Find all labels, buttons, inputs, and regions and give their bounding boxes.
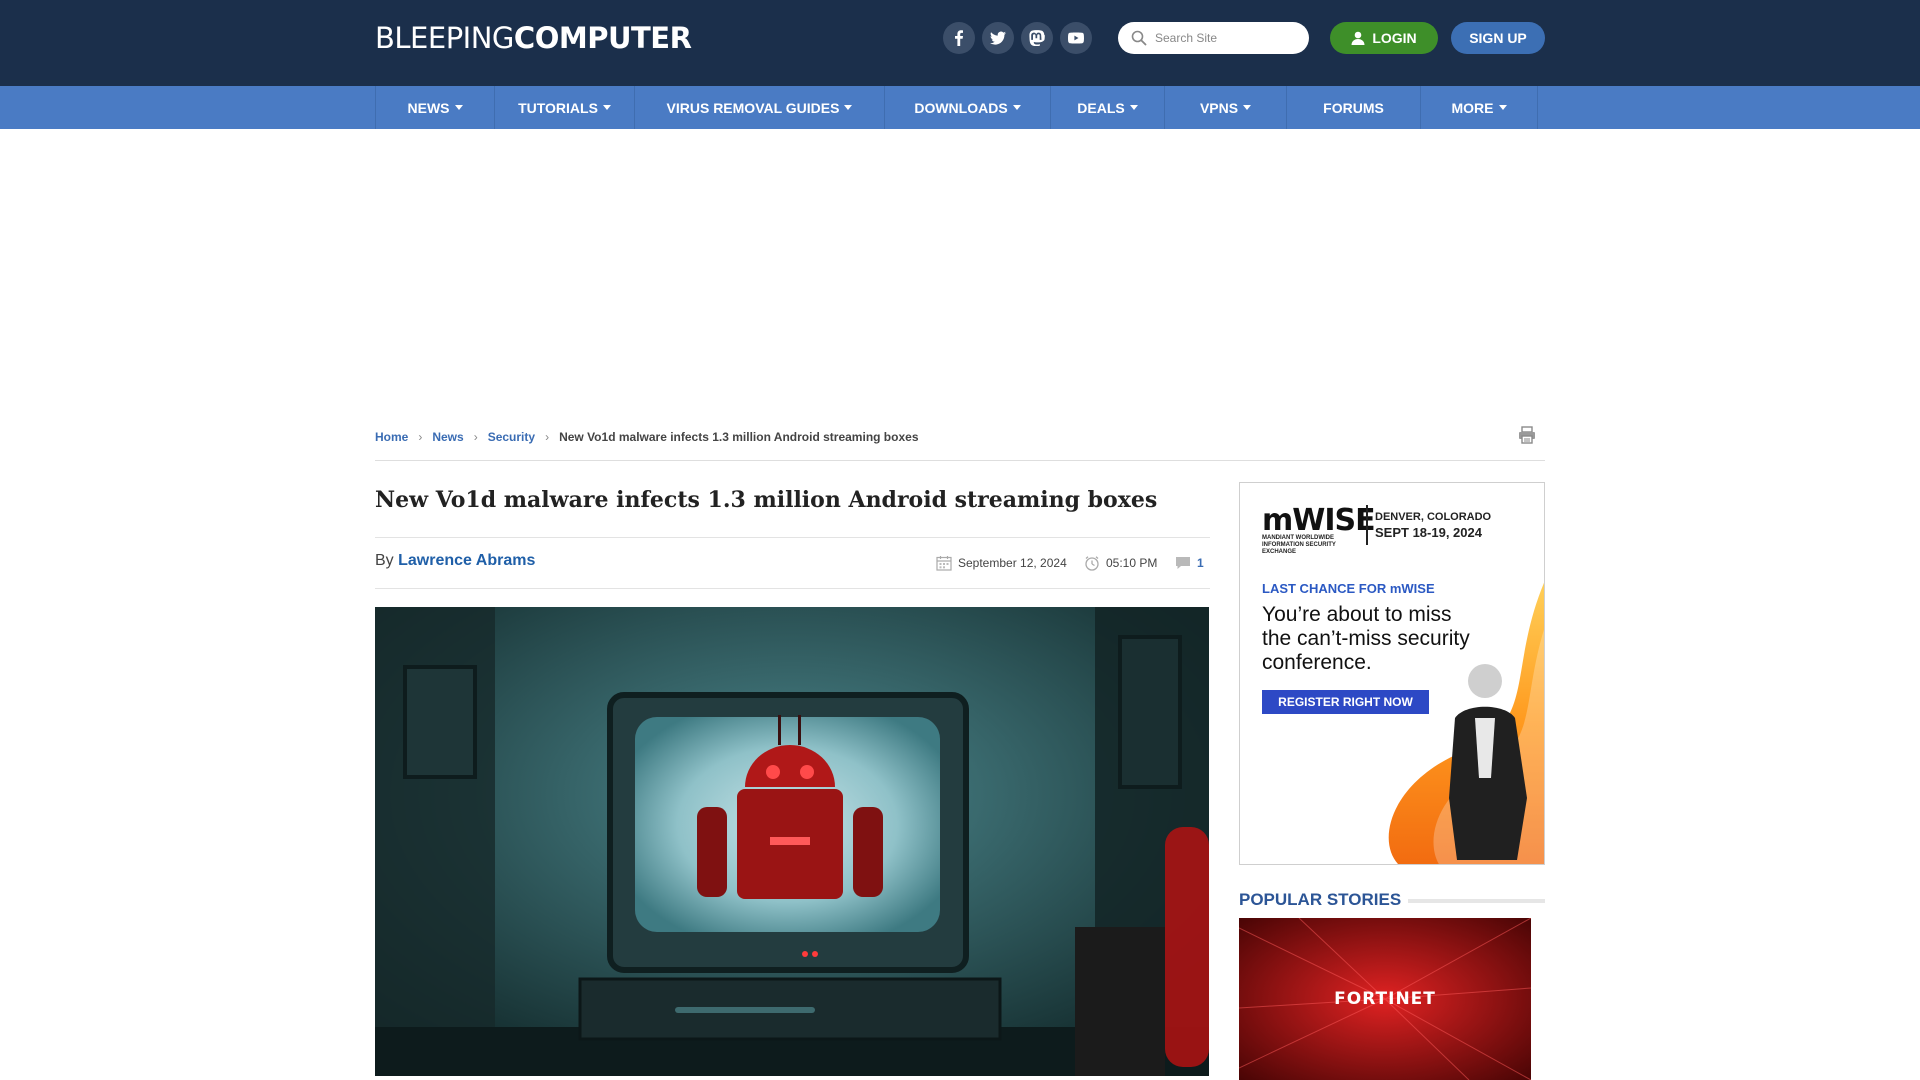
time-text: 05:10 PM [1106,556,1158,570]
article-hero-image [375,607,1209,1076]
byline: By Lawrence Abrams [375,552,535,570]
popular-story-image[interactable]: FORTINET [1239,918,1531,1080]
login-label: LOGIN [1372,30,1417,46]
popular-stories-title: POPULAR STORIES [1239,890,1402,909]
divider [375,460,1545,461]
hero-illustration [375,607,1209,1076]
nav-forums[interactable]: FORUMS [1286,86,1420,129]
ad-brand-sub: MANDIANT WORLDWIDE INFORMATION SECURITY … [1262,535,1336,555]
breadcrumb-home[interactable]: Home [375,430,408,444]
date-text: September 12, 2024 [958,556,1067,570]
site-header: BLEEPINGCOMPUTER LOGIN SIGN UP [0,0,1920,86]
nav-deals[interactable]: DEALS [1050,86,1164,129]
breadcrumb-news[interactable]: News [432,430,463,444]
caret-down-icon [844,105,853,110]
caret-down-icon [1129,105,1138,110]
nav-downloads-label: DOWNLOADS [914,99,1008,116]
logo-text-bold: COMPUTER [513,21,692,55]
author-link[interactable]: Lawrence Abrams [398,552,535,569]
breadcrumb-current: New Vo1d malware infects 1.3 million And… [559,430,919,444]
signup-button[interactable]: SIGN UP [1451,22,1545,54]
login-button[interactable]: LOGIN [1330,22,1438,54]
user-icon [1351,31,1365,45]
article-date: September 12, 2024 [936,554,1067,572]
logo-text-light: BLEEPING [375,21,514,55]
breadcrumb: Home › News › Security › New Vo1d malwar… [375,429,919,445]
byline-prefix: By [375,552,394,569]
mastodon-button[interactable] [1021,22,1053,54]
comments-link[interactable]: 1 [1175,554,1204,572]
search-box[interactable] [1118,22,1309,54]
site-logo[interactable]: BLEEPINGCOMPUTER [375,21,692,55]
nav-more-label: MORE [1451,99,1494,116]
comment-count: 1 [1197,556,1204,570]
section-rule [1408,899,1545,903]
ad-register-button[interactable]: REGISTER RIGHT NOW [1262,690,1429,714]
search-input[interactable] [1155,31,1295,45]
divider [375,537,1210,538]
nav-vpns[interactable]: VPNS [1164,86,1286,129]
caret-down-icon [1012,105,1021,110]
comment-icon [1176,557,1190,569]
chevron-right-icon: › [473,430,478,444]
facebook-button[interactable] [943,22,975,54]
article-title: New Vo1d malware infects 1.3 million And… [375,487,1158,513]
ad-location: DENVER, COLORADO SEPT 18-19, 2024 [1375,510,1491,540]
youtube-button[interactable] [1060,22,1092,54]
nav-virus-removal-guides[interactable]: VIRUS REMOVAL GUIDES [634,86,884,129]
nav-deals-label: DEALS [1077,99,1125,116]
facebook-icon [955,30,963,46]
twitter-button[interactable] [982,22,1014,54]
ad-kicker: LAST CHANCE FOR mWISE [1262,581,1435,596]
divider [375,588,1210,589]
nav-forums-label: FORUMS [1323,99,1384,116]
search-icon [1131,30,1147,46]
ad-divider [1366,505,1368,545]
caret-down-icon [454,105,463,110]
main-nav: NEWS TUTORIALS VIRUS REMOVAL GUIDES DOWN… [0,86,1920,129]
nav-more[interactable]: MORE [1420,86,1537,129]
ad-location-city: DENVER, COLORADO [1375,511,1492,523]
nav-news-label: NEWS [407,99,450,116]
ad-brand: mWISE [1262,503,1376,538]
mastodon-icon [1029,30,1045,46]
sidebar-ad[interactable]: mWISE MANDIANT WORLDWIDE INFORMATION SEC… [1239,482,1545,865]
nav-downloads[interactable]: DOWNLOADS [884,86,1050,129]
youtube-icon [1068,32,1084,44]
twitter-icon [990,31,1006,45]
breadcrumb-security[interactable]: Security [488,430,535,444]
calendar-icon [936,556,952,571]
caret-down-icon [1498,105,1507,110]
nav-vpns-label: VPNS [1199,99,1239,116]
ad-location-dates: SEPT 18-19, 2024 [1375,525,1482,540]
caret-down-icon [602,105,611,110]
nav-divider [1537,86,1538,129]
chevron-right-icon: › [418,430,423,444]
nav-news[interactable]: NEWS [375,86,494,129]
nav-tutorials[interactable]: TUTORIALS [494,86,634,129]
popular-story-brand: FORTINET [1334,989,1436,1009]
print-icon[interactable] [1517,425,1537,445]
ad-headline: You’re about to miss the can’t-miss secu… [1262,603,1470,674]
signup-label: SIGN UP [1469,30,1527,46]
caret-down-icon [1243,105,1252,110]
nav-virus-removal-label: VIRUS REMOVAL GUIDES [666,99,840,116]
chevron-right-icon: › [545,430,550,444]
article-time: 05:10 PM [1084,554,1157,572]
nav-tutorials-label: TUTORIALS [518,99,598,116]
clock-icon [1085,556,1099,571]
